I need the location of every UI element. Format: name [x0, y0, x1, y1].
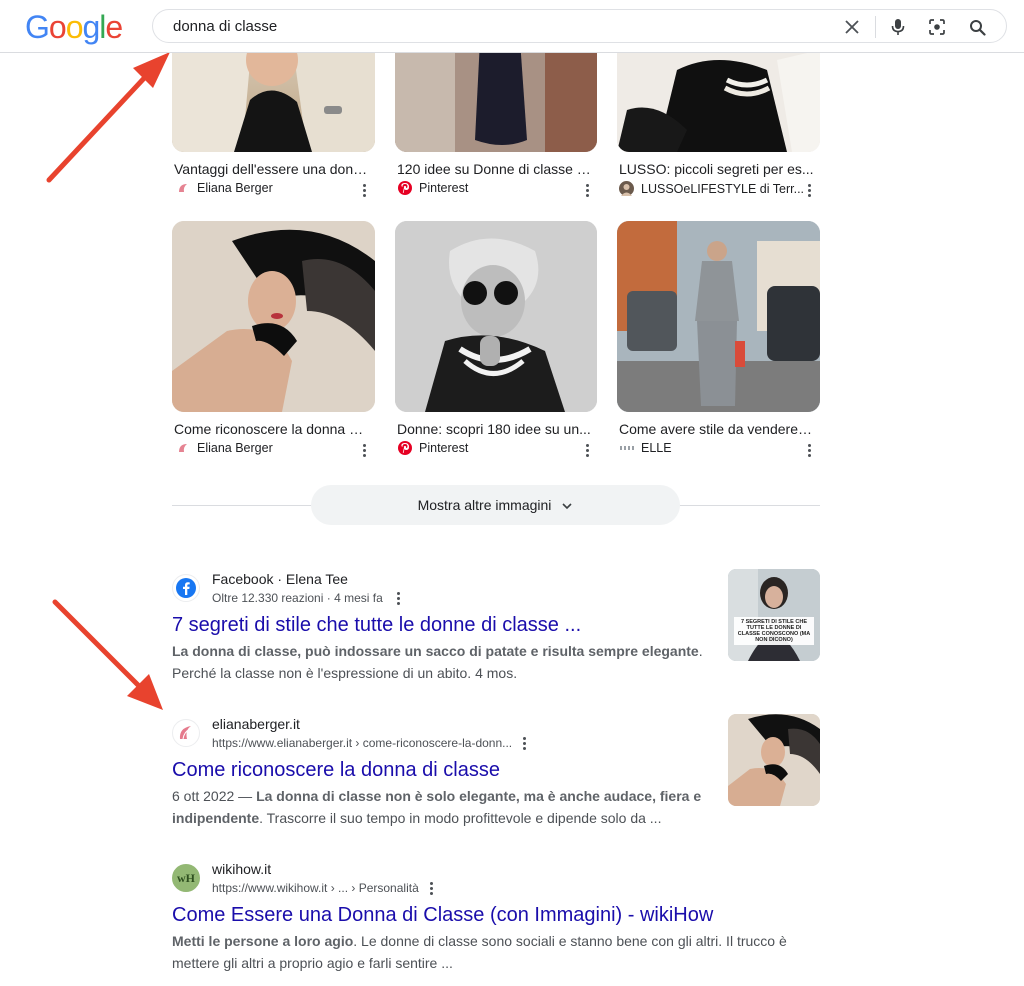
result-title-link[interactable]: Come riconoscere la donna di classe	[172, 757, 500, 783]
image-source[interactable]: LUSSOeLIFESTYLE di Terr...	[619, 181, 804, 196]
image-source-label: Pinterest	[419, 181, 469, 195]
image-source-label: Pinterest	[419, 441, 469, 455]
result-thumbnail[interactable]	[728, 714, 820, 806]
image-title[interactable]: Vantaggi dell'essere una donn...	[174, 160, 370, 178]
image-title[interactable]: Donne: scopri 180 idee su un...	[397, 420, 593, 438]
more-options-icon[interactable]	[517, 735, 531, 751]
snippet-highlight: Metti le persone a loro agio	[172, 933, 354, 949]
image-thumbnail[interactable]	[172, 221, 375, 412]
lens-camera-icon[interactable]	[926, 16, 948, 38]
more-options-icon[interactable]	[357, 182, 371, 198]
logo-letter: g	[82, 9, 100, 45]
chevron-down-icon	[561, 497, 573, 513]
facebook-icon[interactable]	[172, 574, 200, 602]
more-options-icon[interactable]	[391, 590, 405, 606]
image-title[interactable]: Come riconoscere la donna di...	[174, 420, 370, 438]
result-snippet: La donna di classe, può indossare un sac…	[172, 640, 712, 684]
image-thumbnail[interactable]	[395, 40, 597, 152]
result-snippet: 6 ott 2022 — La donna di classe non è so…	[172, 785, 712, 829]
wikihow-icon[interactable]: wH	[172, 864, 200, 892]
clear-icon[interactable]	[841, 16, 863, 38]
more-options-icon[interactable]	[802, 182, 816, 198]
result-site-name[interactable]: Facebook · Elena Tee	[212, 571, 348, 587]
image-source[interactable]: Eliana Berger	[176, 181, 273, 195]
image-title[interactable]: LUSSO: piccoli segreti per es...	[619, 160, 815, 178]
annotation-arrow	[46, 52, 170, 183]
image-source[interactable]: Eliana Berger	[176, 441, 273, 455]
image-source-label: Eliana Berger	[197, 441, 273, 455]
image-source[interactable]: ELLE	[620, 441, 672, 455]
snippet-text: . Trascorre il suo tempo in modo profitt…	[259, 810, 662, 826]
annotation-arrow	[52, 599, 163, 710]
result-meta: Oltre 12.330 reazioni · 4 mesi fa	[212, 591, 383, 605]
image-title[interactable]: 120 idee su Donne di classe | ...	[397, 160, 593, 178]
logo-letter: G	[25, 9, 50, 45]
logo-letter: o	[65, 9, 84, 45]
image-title[interactable]: Come avere stile da vendere: ...	[619, 420, 815, 438]
image-thumbnail[interactable]	[395, 221, 597, 412]
thumbnail-caption: 7 SEGRETI DI STILE CHE TUTTE LE DONNE DI…	[737, 619, 811, 643]
wikihow-icon-text: wH	[177, 870, 195, 885]
image-source[interactable]: Pinterest	[398, 181, 468, 195]
snippet-highlight: La donna di classe, può indossare un sac…	[172, 643, 699, 659]
result-url[interactable]: https://www.elianaberger.it › come-ricon…	[212, 736, 512, 750]
more-options-icon[interactable]	[580, 182, 594, 198]
image-thumbnail[interactable]	[617, 40, 820, 152]
result-title-link[interactable]: Come Essere una Donna di Classe (con Imm…	[172, 902, 713, 928]
more-options-icon[interactable]	[802, 442, 816, 458]
result-site-name[interactable]: elianaberger.it	[212, 716, 300, 732]
microphone-icon[interactable]	[887, 16, 909, 38]
google-logo[interactable]: Google	[25, 9, 123, 45]
search-icon[interactable]	[966, 16, 988, 38]
image-thumbnail[interactable]	[617, 221, 820, 412]
search-box	[152, 9, 1007, 43]
result-thumbnail[interactable]: 7 SEGRETI DI STILE CHE TUTTE LE DONNE DI…	[728, 569, 820, 661]
image-source-label: Eliana Berger	[197, 181, 273, 195]
search-input[interactable]	[173, 10, 813, 42]
result-title-link[interactable]: 7 segreti di stile che tutte le donne di…	[172, 612, 581, 638]
result-snippet: Metti le persone a loro agio. Le donne d…	[172, 930, 812, 974]
avatar-icon	[619, 181, 634, 196]
logo-letter: o	[48, 9, 67, 45]
show-more-images-button[interactable]: Mostra altre immagini	[311, 485, 680, 525]
elle-icon	[620, 441, 634, 455]
image-source-label: LUSSOeLIFESTYLE di Terr...	[641, 181, 805, 196]
show-more-images-label: Mostra altre immagini	[417, 497, 552, 513]
more-options-icon[interactable]	[580, 442, 594, 458]
result-site-name[interactable]: wikihow.it	[212, 861, 271, 877]
search-divider	[875, 16, 876, 38]
search-header: Google	[0, 0, 1024, 52]
pinterest-icon	[398, 441, 412, 455]
eliana-logo-icon	[176, 181, 190, 195]
more-options-icon[interactable]	[357, 442, 371, 458]
logo-letter: e	[105, 9, 123, 45]
image-thumbnail[interactable]	[172, 40, 375, 152]
more-options-icon[interactable]	[424, 880, 438, 896]
result-url[interactable]: https://www.wikihow.it › ... › Personali…	[212, 881, 419, 895]
eliana-logo-icon	[176, 441, 190, 455]
eliana-logo-icon[interactable]	[172, 719, 200, 747]
pinterest-icon	[398, 181, 412, 195]
image-source[interactable]: Pinterest	[398, 441, 468, 455]
image-source-label: ELLE	[641, 441, 672, 455]
snippet-date: 6 ott 2022 —	[172, 788, 257, 804]
